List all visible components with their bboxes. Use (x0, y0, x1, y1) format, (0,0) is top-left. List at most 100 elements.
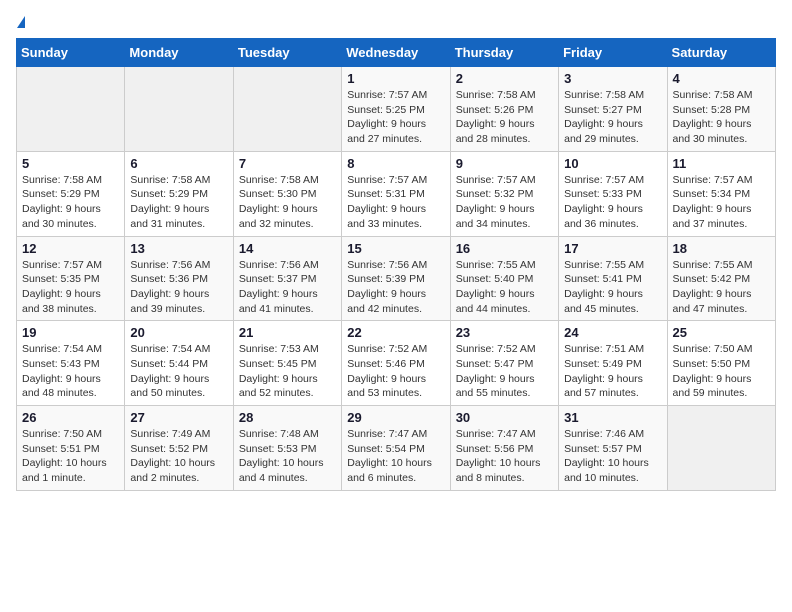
day-number: 25 (673, 325, 770, 340)
day-number: 18 (673, 241, 770, 256)
day-number: 29 (347, 410, 444, 425)
day-number: 1 (347, 71, 444, 86)
day-info: Sunrise: 7:46 AMSunset: 5:57 PMDaylight:… (564, 427, 661, 486)
calendar-cell: 29Sunrise: 7:47 AMSunset: 5:54 PMDayligh… (342, 406, 450, 491)
calendar-cell: 19 Sunrise: 7:54 AMSunset: 5:43 PMDayligh… (17, 321, 125, 406)
calendar-table: SundayMondayTuesdayWednesdayThursdayFrid… (16, 38, 776, 491)
day-info: Sunrise: 7:52 AMSunset: 5:47 PMDaylight:… (456, 342, 553, 401)
day-info: Sunrise: 7:48 AMSunset: 5:53 PMDaylight:… (239, 427, 336, 486)
calendar-cell: 18 Sunrise: 7:55 AMSunset: 5:42 PMDayligh… (667, 236, 775, 321)
week-row-4: 19 Sunrise: 7:54 AMSunset: 5:43 PMDayligh… (17, 321, 776, 406)
calendar-cell (17, 67, 125, 152)
calendar-cell: 15 Sunrise: 7:56 AMSunset: 5:39 PMDayligh… (342, 236, 450, 321)
day-number: 22 (347, 325, 444, 340)
day-number: 21 (239, 325, 336, 340)
calendar-cell: 16 Sunrise: 7:55 AMSunset: 5:40 PMDayligh… (450, 236, 558, 321)
calendar-cell: 4 Sunrise: 7:58 AMSunset: 5:28 PMDaylight… (667, 67, 775, 152)
calendar-cell: 2 Sunrise: 7:58 AMSunset: 5:26 PMDaylight… (450, 67, 558, 152)
day-info: Sunrise: 7:54 AMSunset: 5:43 PMDaylight:… (22, 342, 119, 401)
week-row-1: 1 Sunrise: 7:57 AMSunset: 5:25 PMDaylight… (17, 67, 776, 152)
day-info: Sunrise: 7:56 AMSunset: 5:39 PMDaylight:… (347, 258, 444, 317)
day-info: Sunrise: 7:57 AMSunset: 5:33 PMDaylight:… (564, 173, 661, 232)
header (16, 16, 776, 28)
calendar-cell: 17Sunrise: 7:55 AMSunset: 5:41 PMDayligh… (559, 236, 667, 321)
logo (16, 16, 25, 28)
day-number: 5 (22, 156, 119, 171)
day-number: 20 (130, 325, 227, 340)
day-number: 2 (456, 71, 553, 86)
day-of-week-thursday: Thursday (450, 39, 558, 67)
calendar-cell: 27Sunrise: 7:49 AMSunset: 5:52 PMDayligh… (125, 406, 233, 491)
day-number: 9 (456, 156, 553, 171)
day-number: 13 (130, 241, 227, 256)
day-info: Sunrise: 7:54 AMSunset: 5:44 PMDaylight:… (130, 342, 227, 401)
day-number: 15 (347, 241, 444, 256)
day-info: Sunrise: 7:57 AMSunset: 5:32 PMDaylight:… (456, 173, 553, 232)
day-info: Sunrise: 7:50 AMSunset: 5:51 PMDaylight:… (22, 427, 119, 486)
day-info: Sunrise: 7:49 AMSunset: 5:52 PMDaylight:… (130, 427, 227, 486)
day-info: Sunrise: 7:52 AMSunset: 5:46 PMDaylight:… (347, 342, 444, 401)
calendar-cell: 12Sunrise: 7:57 AMSunset: 5:35 PMDayligh… (17, 236, 125, 321)
calendar-cell: 24 Sunrise: 7:51 AMSunset: 5:49 PMDayligh… (559, 321, 667, 406)
day-number: 30 (456, 410, 553, 425)
day-of-week-monday: Monday (125, 39, 233, 67)
day-number: 7 (239, 156, 336, 171)
day-number: 10 (564, 156, 661, 171)
day-of-week-sunday: Sunday (17, 39, 125, 67)
day-number: 3 (564, 71, 661, 86)
day-info: Sunrise: 7:58 AMSunset: 5:26 PMDaylight:… (456, 88, 553, 147)
logo-triangle-icon (17, 16, 25, 28)
day-info: Sunrise: 7:55 AMSunset: 5:42 PMDaylight:… (673, 258, 770, 317)
day-info: Sunrise: 7:55 AMSunset: 5:40 PMDaylight:… (456, 258, 553, 317)
calendar-cell: 9 Sunrise: 7:57 AMSunset: 5:32 PMDaylight… (450, 151, 558, 236)
calendar-cell: 13Sunrise: 7:56 AMSunset: 5:36 PMDayligh… (125, 236, 233, 321)
calendar-cell (125, 67, 233, 152)
day-info: Sunrise: 7:57 AMSunset: 5:34 PMDaylight:… (673, 173, 770, 232)
calendar-cell: 21 Sunrise: 7:53 AMSunset: 5:45 PMDayligh… (233, 321, 341, 406)
calendar-cell: 8Sunrise: 7:57 AMSunset: 5:31 PMDaylight… (342, 151, 450, 236)
day-info: Sunrise: 7:58 AMSunset: 5:30 PMDaylight:… (239, 173, 336, 232)
days-of-week-row: SundayMondayTuesdayWednesdayThursdayFrid… (17, 39, 776, 67)
day-info: Sunrise: 7:53 AMSunset: 5:45 PMDaylight:… (239, 342, 336, 401)
calendar-cell: 22 Sunrise: 7:52 AMSunset: 5:46 PMDayligh… (342, 321, 450, 406)
day-number: 31 (564, 410, 661, 425)
week-row-2: 5 Sunrise: 7:58 AMSunset: 5:29 PMDaylight… (17, 151, 776, 236)
day-number: 23 (456, 325, 553, 340)
day-info: Sunrise: 7:57 AMSunset: 5:25 PMDaylight:… (347, 88, 444, 147)
calendar-cell (233, 67, 341, 152)
day-number: 6 (130, 156, 227, 171)
day-number: 17 (564, 241, 661, 256)
day-number: 24 (564, 325, 661, 340)
day-of-week-tuesday: Tuesday (233, 39, 341, 67)
day-number: 19 (22, 325, 119, 340)
calendar-cell: 7 Sunrise: 7:58 AMSunset: 5:30 PMDaylight… (233, 151, 341, 236)
day-info: Sunrise: 7:47 AMSunset: 5:56 PMDaylight:… (456, 427, 553, 486)
day-info: Sunrise: 7:58 AMSunset: 5:28 PMDaylight:… (673, 88, 770, 147)
calendar-cell: 11Sunrise: 7:57 AMSunset: 5:34 PMDayligh… (667, 151, 775, 236)
calendar-cell: 10 Sunrise: 7:57 AMSunset: 5:33 PMDayligh… (559, 151, 667, 236)
day-number: 16 (456, 241, 553, 256)
calendar-cell: 6 Sunrise: 7:58 AMSunset: 5:29 PMDaylight… (125, 151, 233, 236)
calendar-cell: 26Sunrise: 7:50 AMSunset: 5:51 PMDayligh… (17, 406, 125, 491)
calendar-cell: 31 Sunrise: 7:46 AMSunset: 5:57 PMDayligh… (559, 406, 667, 491)
day-number: 4 (673, 71, 770, 86)
calendar-cell: 23 Sunrise: 7:52 AMSunset: 5:47 PMDayligh… (450, 321, 558, 406)
day-info: Sunrise: 7:58 AMSunset: 5:29 PMDaylight:… (130, 173, 227, 232)
day-info: Sunrise: 7:57 AMSunset: 5:35 PMDaylight:… (22, 258, 119, 317)
calendar-body: 1 Sunrise: 7:57 AMSunset: 5:25 PMDaylight… (17, 67, 776, 491)
calendar-header: SundayMondayTuesdayWednesdayThursdayFrid… (17, 39, 776, 67)
day-info: Sunrise: 7:50 AMSunset: 5:50 PMDaylight:… (673, 342, 770, 401)
day-of-week-friday: Friday (559, 39, 667, 67)
calendar-cell (667, 406, 775, 491)
day-of-week-wednesday: Wednesday (342, 39, 450, 67)
day-of-week-saturday: Saturday (667, 39, 775, 67)
day-number: 14 (239, 241, 336, 256)
day-info: Sunrise: 7:56 AMSunset: 5:37 PMDaylight:… (239, 258, 336, 317)
calendar-cell: 5 Sunrise: 7:58 AMSunset: 5:29 PMDaylight… (17, 151, 125, 236)
calendar-cell: 3Sunrise: 7:58 AMSunset: 5:27 PMDaylight… (559, 67, 667, 152)
day-info: Sunrise: 7:51 AMSunset: 5:49 PMDaylight:… (564, 342, 661, 401)
calendar-cell: 30 Sunrise: 7:47 AMSunset: 5:56 PMDayligh… (450, 406, 558, 491)
calendar-cell: 25 Sunrise: 7:50 AMSunset: 5:50 PMDayligh… (667, 321, 775, 406)
day-number: 8 (347, 156, 444, 171)
day-info: Sunrise: 7:58 AMSunset: 5:29 PMDaylight:… (22, 173, 119, 232)
